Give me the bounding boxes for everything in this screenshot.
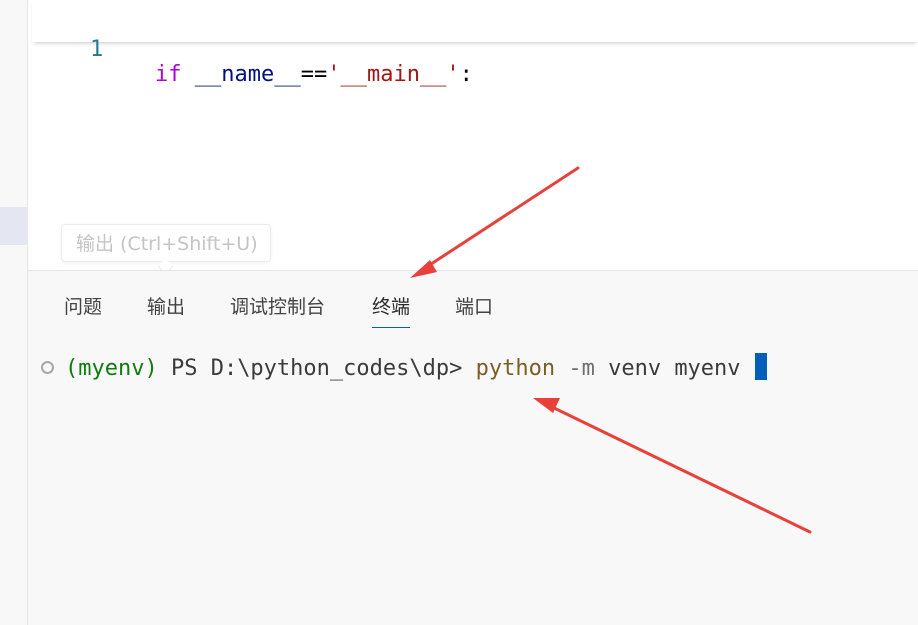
terminal-flag: -m — [555, 356, 595, 381]
code-token-string: '__main__' — [327, 62, 460, 87]
tab-debug-console[interactable]: 调试控制台 — [230, 292, 325, 319]
terminal-command: python — [475, 356, 556, 381]
code-token-operator: == — [300, 62, 328, 87]
terminal-env-name: (myenv) — [65, 356, 158, 381]
terminal-command-line[interactable]: (myenv) PS D:\python_codes\dp> python -m… — [28, 345, 918, 385]
tab-tooltip: 输出 (Ctrl+Shift+U) — [61, 224, 271, 275]
code-token-colon: : — [459, 62, 473, 87]
line-number: 1 — [90, 37, 104, 62]
code-line[interactable]: 1 if __name__=='__main__': — [32, 12, 473, 87]
code-text[interactable]: if __name__=='__main__': — [155, 62, 473, 87]
terminal-args: venv myenv — [594, 356, 741, 381]
sticky-scroll-header[interactable]: 1 if __name__=='__main__': — [32, 0, 918, 87]
command-decoration-circle-icon[interactable] — [41, 361, 54, 374]
code-token-keyword: if — [155, 62, 182, 87]
activity-strip — [0, 0, 28, 625]
tab-ports[interactable]: 端口 — [455, 292, 493, 319]
activity-strip-active-marker — [0, 207, 27, 245]
tab-terminal[interactable]: 终端 — [372, 292, 411, 328]
bottom-panel: 问题 输出 调试控制台 终端 端口 (myenv) PS D:\python_c… — [28, 270, 918, 625]
terminal-prompt: PS D:\python_codes\dp> — [157, 356, 476, 381]
terminal-line[interactable]: (myenv) PS D:\python_codes\dp> python -m… — [65, 353, 767, 381]
panel-tabs: 问题 输出 调试控制台 终端 端口 — [28, 271, 918, 328]
tab-output[interactable]: 输出 — [147, 292, 185, 319]
tab-problems[interactable]: 问题 — [64, 292, 102, 319]
terminal-cursor — [754, 353, 767, 380]
tooltip-text: 输出 (Ctrl+Shift+U) — [76, 233, 258, 255]
code-token-identifier: __name__ — [194, 62, 301, 87]
